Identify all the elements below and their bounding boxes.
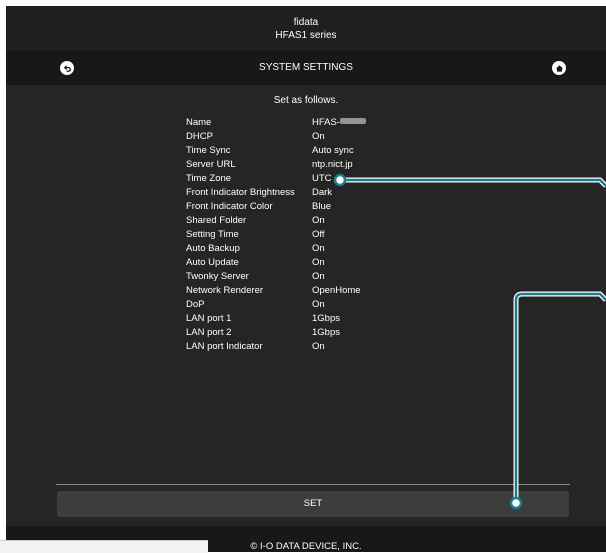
setting-key: Time Zone <box>186 173 232 184</box>
setting-value: Off <box>312 229 325 240</box>
settings-row: Network Renderer OpenHome <box>186 284 366 298</box>
setting-value: OpenHome <box>312 285 361 296</box>
setting-key: Server URL <box>186 159 236 170</box>
settings-row: Time Zone UTC <box>186 172 366 186</box>
title-bar: SYSTEM SETTINGS <box>6 51 606 85</box>
setting-value: Dark <box>312 187 333 198</box>
setting-key: Auto Update <box>186 257 239 268</box>
setting-value: Blue <box>312 201 332 212</box>
header: fidata HFAS1 series <box>6 6 606 51</box>
main-content: Set as follows. Name HFAS- DHCP On Time Sy… <box>6 85 606 505</box>
settings-row: Front Indicator Brightness Dark <box>186 186 366 200</box>
setting-value: HFAS- <box>312 116 366 130</box>
setting-key: LAN port Indicator <box>186 341 263 352</box>
setting-key: Network Renderer <box>186 285 264 296</box>
setting-value: ntp.nict.jp <box>312 159 353 170</box>
settings-row: Time Sync Auto sync <box>186 144 366 158</box>
app-window: fidata HFAS1 series SYSTEM SETTINGS Set … <box>6 6 606 552</box>
home-button[interactable] <box>552 61 566 75</box>
setting-value: On <box>312 299 325 310</box>
setting-key: Front Indicator Brightness <box>186 187 295 198</box>
setting-value: On <box>312 215 325 226</box>
setting-key: Twonky Server <box>186 271 249 282</box>
setting-key: Auto Backup <box>186 243 240 254</box>
settings-row: Setting Time Off <box>186 228 366 242</box>
setting-value: On <box>312 257 325 268</box>
page-title: SYSTEM SETTINGS <box>259 62 353 73</box>
settings-row: DHCP On <box>186 130 366 144</box>
divider <box>56 484 570 485</box>
settings-row: Server URL ntp.nict.jp <box>186 158 366 172</box>
overlay-panel <box>0 540 208 553</box>
setting-value: On <box>312 243 325 254</box>
setting-key: LAN port 2 <box>186 327 232 338</box>
settings-row: Shared Folder On <box>186 214 366 228</box>
settings-row: Front Indicator Color Blue <box>186 200 366 214</box>
redacted-name-blur <box>339 118 366 124</box>
settings-row: LAN port 1 1Gbps <box>186 312 366 326</box>
home-icon <box>555 64 563 72</box>
settings-row: Auto Backup On <box>186 242 366 256</box>
settings-row: DoP On <box>186 298 366 312</box>
setting-key: Name <box>186 117 212 128</box>
setting-key: Setting Time <box>186 229 239 240</box>
setting-value: Auto sync <box>312 145 354 156</box>
setting-key: DHCP <box>186 131 213 142</box>
setting-value: 1Gbps <box>312 327 340 338</box>
setting-value: UTC <box>312 173 332 184</box>
settings-list: Name HFAS- DHCP On Time Sync Auto sync Serv… <box>186 116 366 354</box>
setting-value: On <box>312 131 325 142</box>
settings-row: Twonky Server On <box>186 270 366 284</box>
setting-value: 1Gbps <box>312 313 340 324</box>
instruction-text: Set as follows. <box>273 95 339 106</box>
setting-value: On <box>312 341 325 352</box>
setting-key: LAN port 1 <box>186 313 232 324</box>
setting-key: Front Indicator Color <box>186 201 273 212</box>
setting-value: On <box>312 271 325 282</box>
setting-key: Time Sync <box>186 145 231 156</box>
settings-row: Name HFAS- <box>186 116 366 130</box>
setting-key: DoP <box>186 299 205 310</box>
settings-row: LAN port Indicator On <box>186 340 366 354</box>
set-button[interactable]: SET <box>57 491 569 517</box>
brand-name: fidata <box>293 17 319 28</box>
setting-key: Shared Folder <box>186 215 247 226</box>
settings-row: Auto Update On <box>186 256 366 270</box>
series-name: HFAS1 series <box>275 30 337 41</box>
settings-row: LAN port 2 1Gbps <box>186 326 366 340</box>
